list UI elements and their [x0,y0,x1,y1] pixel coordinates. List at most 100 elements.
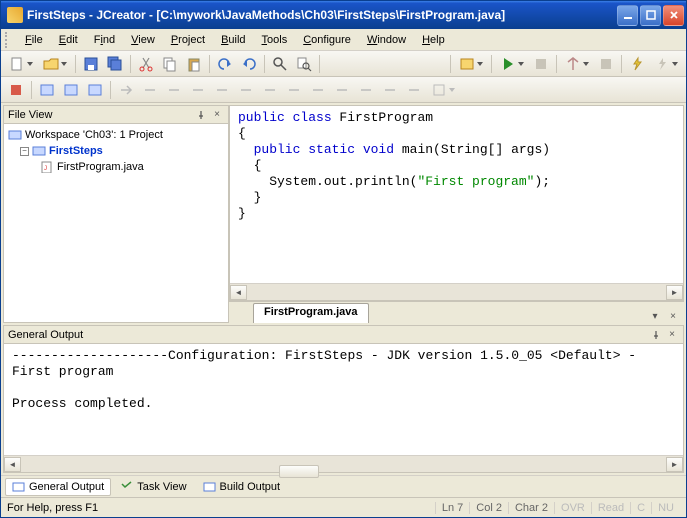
debug-btn-2[interactable] [60,79,82,101]
menu-file[interactable]: File [17,31,51,49]
close-pane-icon[interactable]: × [210,108,224,122]
copy-button[interactable] [159,53,181,75]
menu-help[interactable]: Help [414,31,453,49]
step-7-button[interactable] [259,79,281,101]
svg-text:J: J [44,166,47,172]
main-window: FirstSteps - JCreator - [C:\mywork\JavaM… [0,0,687,518]
status-num: NU [651,502,680,514]
editor-area: public class FirstProgram { public stati… [229,105,684,323]
status-ovr: OVR [554,502,591,514]
menu-tools[interactable]: Tools [254,31,296,49]
tab-general-output[interactable]: General Output [5,478,111,496]
save-button[interactable] [80,53,102,75]
statusbar: For Help, press F1 Ln 7 Col 2 Char 2 OVR… [1,497,686,517]
minimize-button[interactable] [617,5,638,26]
file-view-header: File View × [4,106,228,124]
output-close-icon[interactable]: × [665,328,679,342]
out-scroll-left-icon[interactable]: ◄ [4,457,21,472]
output-pane: General Output × --------------------Con… [3,325,684,473]
menu-configure[interactable]: Configure [295,31,359,49]
titlebar[interactable]: FirstSteps - JCreator - [C:\mywork\JavaM… [1,1,686,29]
step-9-button[interactable] [307,79,329,101]
pin-icon[interactable] [194,108,208,122]
step-3-button[interactable] [163,79,185,101]
tab-build-output[interactable]: Build Output [196,478,288,496]
step-13-button[interactable] [403,79,425,101]
toolbar-main [1,51,686,77]
debug-stop-button[interactable] [5,79,27,101]
bottom-tabs: General Output Task View Build Output [1,475,686,497]
tool-1-button[interactable] [561,53,593,75]
tab-task-view[interactable]: Task View [113,478,193,496]
editor-tabs: FirstProgram.java ▾ × [229,301,684,323]
open-button[interactable] [39,53,71,75]
menu-project[interactable]: Project [163,31,213,49]
menubar: File Edit Find View Project Build Tools … [1,29,686,51]
compile-button[interactable] [455,53,487,75]
grip-icon[interactable] [5,32,11,48]
run-button[interactable] [496,53,528,75]
app-icon [7,7,23,23]
menu-edit[interactable]: Edit [51,31,86,49]
scroll-left-icon[interactable]: ◄ [230,285,247,300]
stop-2-button[interactable] [595,53,617,75]
tree-file[interactable]: J FirstProgram.java [6,159,226,175]
status-cap: C [630,502,651,514]
redo-button[interactable] [238,53,260,75]
output-text[interactable]: --------------------Configuration: First… [4,344,683,455]
window-title: FirstSteps - JCreator - [C:\mywork\JavaM… [27,8,617,22]
new-button[interactable] [5,53,37,75]
step-8-button[interactable] [283,79,305,101]
editor-tab-active[interactable]: FirstProgram.java [253,303,369,323]
menu-window[interactable]: Window [359,31,414,49]
close-button[interactable] [663,5,684,26]
bolt-2-button[interactable] [650,53,682,75]
task-icon [120,481,134,493]
cut-button[interactable] [135,53,157,75]
output-pin-icon[interactable] [649,328,663,342]
find-in-files-button[interactable] [293,53,315,75]
step-2-button[interactable] [139,79,161,101]
java-file-icon: J [40,161,54,173]
output-title: General Output [8,329,83,341]
debug-btn-1[interactable] [36,79,58,101]
save-all-button[interactable] [104,53,126,75]
status-read: Read [591,502,630,514]
step-4-button[interactable] [187,79,209,101]
tree-workspace[interactable]: Workspace 'Ch03': 1 Project [6,127,226,143]
step-1-button[interactable] [115,79,137,101]
menu-view[interactable]: View [123,31,163,49]
maximize-button[interactable] [640,5,661,26]
scroll-right-icon[interactable]: ► [666,285,683,300]
paste-button[interactable] [183,53,205,75]
output-hscroll[interactable]: ◄ ► [4,455,683,472]
undo-button[interactable] [214,53,236,75]
stop-button[interactable] [530,53,552,75]
output-header: General Output × [4,326,683,344]
find-button[interactable] [269,53,291,75]
step-6-button[interactable] [235,79,257,101]
out-scroll-right-icon[interactable]: ► [666,457,683,472]
step-12-button[interactable] [379,79,401,101]
file-view-title: File View [8,109,52,121]
tab-menu-icon[interactable]: ▾ [648,309,662,323]
collapse-icon[interactable]: − [20,147,29,156]
code-content[interactable]: public class FirstProgram { public stati… [230,106,683,283]
bolt-button[interactable] [626,53,648,75]
step-5-button[interactable] [211,79,233,101]
menu-build[interactable]: Build [213,31,253,49]
status-char: Char 2 [508,502,554,514]
debug-btn-3[interactable] [84,79,106,101]
step-11-button[interactable] [355,79,377,101]
tree-project[interactable]: − FirstSteps [6,143,226,159]
step-10-button[interactable] [331,79,353,101]
file-view-pane: File View × Workspace 'Ch03': 1 Project … [3,105,229,323]
build-icon [203,481,217,493]
debug-dd-button[interactable] [427,79,459,101]
code-editor[interactable]: public class FirstProgram { public stati… [229,105,684,301]
output-icon [12,481,26,493]
editor-hscroll[interactable]: ◄ ► [230,283,683,300]
file-tree[interactable]: Workspace 'Ch03': 1 Project − FirstSteps… [4,124,228,322]
menu-find[interactable]: Find [86,31,123,49]
tab-close-icon[interactable]: × [666,309,680,323]
